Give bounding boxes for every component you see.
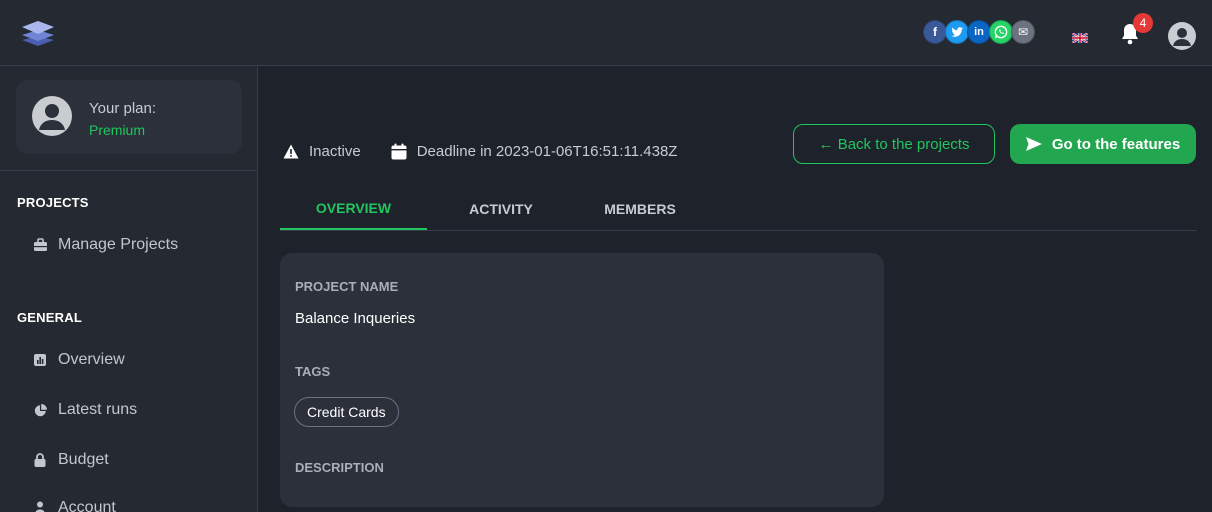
go-button-label: Go to the features: [1051, 135, 1181, 153]
tags-label: TAGS: [295, 364, 331, 379]
tab-activity[interactable]: ACTIVITY: [441, 188, 561, 230]
facebook-icon[interactable]: f: [923, 20, 947, 44]
sidebar-item-manage-projects[interactable]: Manage Projects: [32, 236, 178, 254]
uk-flag-icon[interactable]: [1071, 30, 1089, 44]
project-details-card: PROJECT NAME Balance Inqueries TAGS Cred…: [280, 253, 884, 507]
twitter-icon[interactable]: [945, 20, 969, 44]
top-bar: f in ✉ 4: [0, 0, 1212, 66]
sidebar-item-overview[interactable]: Overview: [32, 351, 125, 369]
back-to-projects-button[interactable]: ← Back to the projects: [793, 124, 995, 164]
linkedin-icon[interactable]: in: [967, 20, 991, 44]
status-text: Inactive: [309, 142, 361, 160]
project-status-row: Inactive Deadline in 2023-01-06T16:51:11…: [283, 142, 677, 160]
plan-label: Your plan:: [89, 100, 157, 117]
sidebar-item-label: Budget: [58, 451, 109, 468]
sidebar-item-budget[interactable]: Budget: [32, 451, 109, 469]
email-icon[interactable]: ✉: [1011, 20, 1035, 44]
briefcase-icon: [32, 237, 48, 253]
send-icon: [1025, 137, 1042, 151]
plan-card: Your plan: Premium: [16, 80, 242, 154]
sidebar: Your plan: Premium PROJECTS Manage Proje…: [0, 66, 258, 512]
divider: [0, 170, 258, 171]
go-to-features-button[interactable]: Go to the features: [1010, 124, 1196, 164]
calendar-icon: [391, 142, 409, 160]
section-title-projects: PROJECTS: [17, 195, 89, 210]
project-name-value: Balance Inqueries: [295, 310, 416, 327]
tab-members[interactable]: MEMBERS: [580, 188, 700, 230]
sidebar-item-latest-runs[interactable]: Latest runs: [32, 401, 137, 419]
user-icon: [32, 500, 48, 512]
app-root: f in ✉ 4 Your plan: Premium PROJECTS Man…: [0, 0, 1212, 512]
tab-bar: OVERVIEW ACTIVITY MEMBERS: [280, 188, 1197, 231]
sidebar-item-account[interactable]: Account: [32, 499, 116, 512]
pie-chart-icon: [32, 402, 48, 418]
description-label: DESCRIPTION: [295, 460, 384, 475]
warning-icon: [283, 142, 301, 160]
sidebar-item-label: Account: [58, 499, 116, 512]
section-title-general: GENERAL: [17, 310, 82, 325]
sidebar-item-label: Latest runs: [58, 401, 138, 418]
social-share-bar: f in ✉: [923, 20, 1035, 44]
sidebar-item-label: Manage Projects: [58, 236, 179, 253]
notification-badge: 4: [1133, 13, 1153, 33]
lock-icon: [32, 452, 48, 468]
layers-icon[interactable]: [20, 18, 56, 48]
user-avatar[interactable]: [1168, 22, 1196, 50]
tag-chip[interactable]: Credit Cards: [294, 397, 399, 427]
plan-value: Premium: [89, 122, 146, 138]
tab-overview[interactable]: OVERVIEW: [280, 188, 427, 230]
deadline-text: Deadline in 2023-01-06T16:51:11.438Z: [416, 142, 678, 160]
sidebar-item-label: Overview: [58, 351, 125, 368]
whatsapp-icon[interactable]: [989, 20, 1013, 44]
avatar: [32, 96, 72, 136]
chart-icon: [32, 352, 48, 368]
project-name-label: PROJECT NAME: [295, 279, 399, 294]
